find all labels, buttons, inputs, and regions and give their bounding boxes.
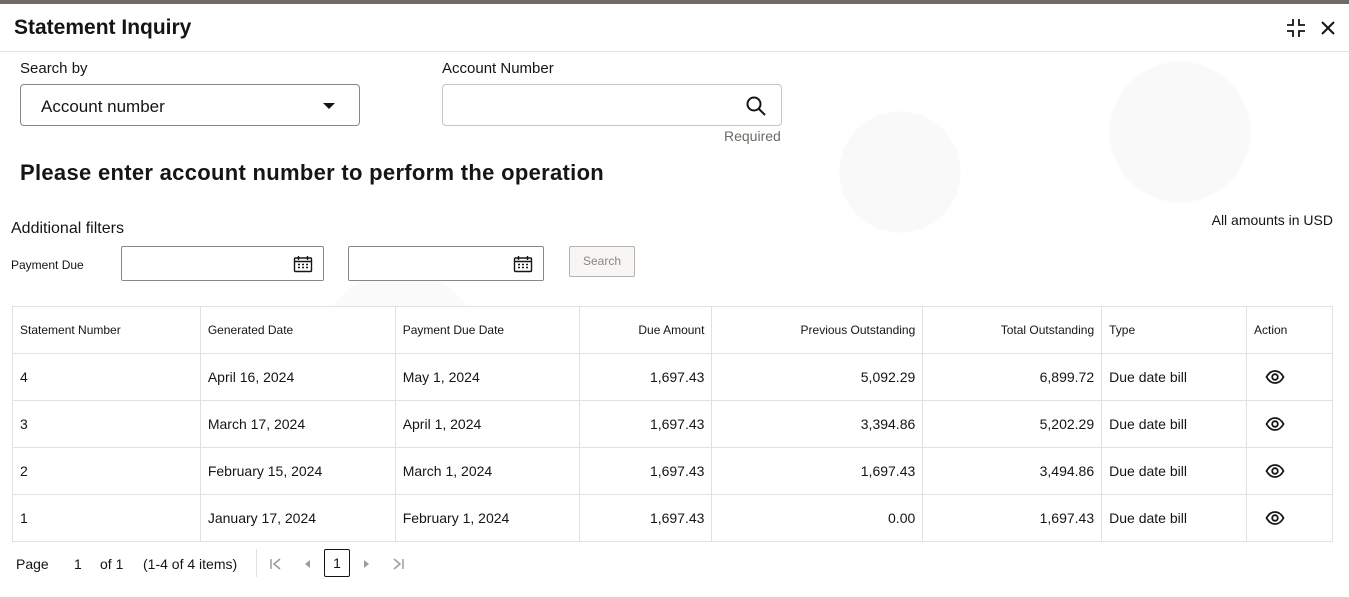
due-amount-cell: 1,697.43 xyxy=(578,400,713,448)
calendar-icon[interactable] xyxy=(293,255,313,273)
account-number-label: Account Number xyxy=(442,60,554,77)
search-by-label: Search by xyxy=(20,60,88,77)
total-outstanding-cell: 1,697.43 xyxy=(922,494,1103,542)
account-number-field xyxy=(442,84,782,126)
type-cell: Due date bill xyxy=(1101,353,1247,401)
payment-due-label: Payment Due xyxy=(11,258,84,272)
column-header[interactable]: Due Amount xyxy=(578,306,713,354)
column-header[interactable]: Generated Date xyxy=(199,306,396,354)
action-cell xyxy=(1245,400,1334,448)
payment-due-date-cell: March 1, 2024 xyxy=(394,447,580,495)
table-header-row: Statement Number Generated Date Payment … xyxy=(12,306,1334,354)
collapse-icon[interactable] xyxy=(1284,16,1308,40)
due-amount-cell: 1,697.43 xyxy=(578,353,713,401)
column-header[interactable]: Previous Outstanding xyxy=(711,306,924,354)
search-by-value: Account number xyxy=(41,97,165,116)
page-count: of 1 xyxy=(100,556,124,572)
column-header[interactable]: Payment Due Date xyxy=(394,306,580,354)
page-label: Page xyxy=(16,556,49,572)
previous-page-icon[interactable] xyxy=(300,556,316,572)
instruction-message: Please enter account number to perform t… xyxy=(20,160,605,185)
due-amount-cell: 1,697.43 xyxy=(578,494,713,542)
currency-note: All amounts in USD xyxy=(1211,212,1333,228)
dialog-content: Search by Account number Account Number … xyxy=(0,52,1349,597)
action-cell xyxy=(1245,494,1334,542)
search-icon[interactable] xyxy=(745,95,767,117)
items-summary: (1-4 of 4 items) xyxy=(143,556,238,572)
next-page-icon[interactable] xyxy=(358,556,374,572)
page-title: Statement Inquiry xyxy=(14,16,192,39)
close-icon[interactable] xyxy=(1316,16,1340,40)
payment-due-date-cell: February 1, 2024 xyxy=(394,494,580,542)
generated-date-cell: April 16, 2024 xyxy=(199,353,396,401)
action-cell xyxy=(1245,353,1334,401)
view-icon[interactable] xyxy=(1265,367,1285,387)
statement-number-cell: 4 xyxy=(12,353,201,401)
view-icon[interactable] xyxy=(1265,414,1285,434)
column-header[interactable]: Statement Number xyxy=(12,306,201,354)
previous-outstanding-cell: 0.00 xyxy=(711,494,924,542)
last-page-icon[interactable] xyxy=(390,556,406,572)
first-page-icon[interactable] xyxy=(268,556,284,572)
due-amount-cell: 1,697.43 xyxy=(578,447,713,495)
payment-due-date-cell: April 1, 2024 xyxy=(394,400,580,448)
payment-due-from-field[interactable] xyxy=(121,246,324,281)
column-header[interactable]: Type xyxy=(1101,306,1247,354)
account-number-input[interactable] xyxy=(453,93,733,119)
type-cell: Due date bill xyxy=(1101,400,1247,448)
total-outstanding-cell: 3,494.86 xyxy=(922,447,1103,495)
generated-date-cell: February 15, 2024 xyxy=(199,447,396,495)
table-row[interactable]: 2 February 15, 2024 March 1, 2024 1,697.… xyxy=(12,447,1334,495)
payment-due-date-cell: May 1, 2024 xyxy=(394,353,580,401)
previous-outstanding-cell: 1,697.43 xyxy=(711,447,924,495)
column-header[interactable]: Total Outstanding xyxy=(922,306,1103,354)
table-row[interactable]: 4 April 16, 2024 May 1, 2024 1,697.43 5,… xyxy=(12,353,1334,401)
generated-date-cell: March 17, 2024 xyxy=(199,400,396,448)
chevron-down-icon xyxy=(323,103,335,109)
statements-table: Statement Number Generated Date Payment … xyxy=(12,306,1334,542)
additional-filters-title: Additional filters xyxy=(11,220,124,237)
view-icon[interactable] xyxy=(1265,508,1285,528)
table-row[interactable]: 1 January 17, 2024 February 1, 2024 1,69… xyxy=(12,494,1334,542)
filter-search-button[interactable]: Search xyxy=(569,246,635,277)
search-by-select[interactable]: Account number xyxy=(20,84,360,126)
payment-due-to-field[interactable] xyxy=(348,246,544,281)
view-icon[interactable] xyxy=(1265,461,1285,481)
current-page-button[interactable]: 1 xyxy=(324,549,350,577)
table-row[interactable]: 3 March 17, 2024 April 1, 2024 1,697.43 … xyxy=(12,400,1334,448)
statement-number-cell: 3 xyxy=(12,400,201,448)
generated-date-cell: January 17, 2024 xyxy=(199,494,396,542)
action-cell xyxy=(1245,447,1334,495)
statement-number-cell: 1 xyxy=(12,494,201,542)
dialog-header: Statement Inquiry xyxy=(0,4,1349,52)
total-outstanding-cell: 5,202.29 xyxy=(922,400,1103,448)
required-hint: Required xyxy=(724,128,781,144)
previous-outstanding-cell: 5,092.29 xyxy=(711,353,924,401)
type-cell: Due date bill xyxy=(1101,494,1247,542)
page-input[interactable]: 1 xyxy=(74,556,82,572)
type-cell: Due date bill xyxy=(1101,447,1247,495)
previous-outstanding-cell: 3,394.86 xyxy=(711,400,924,448)
total-outstanding-cell: 6,899.72 xyxy=(922,353,1103,401)
calendar-icon[interactable] xyxy=(513,255,533,273)
column-header: Action xyxy=(1245,306,1334,354)
pager-divider xyxy=(256,549,257,577)
statement-number-cell: 2 xyxy=(12,447,201,495)
